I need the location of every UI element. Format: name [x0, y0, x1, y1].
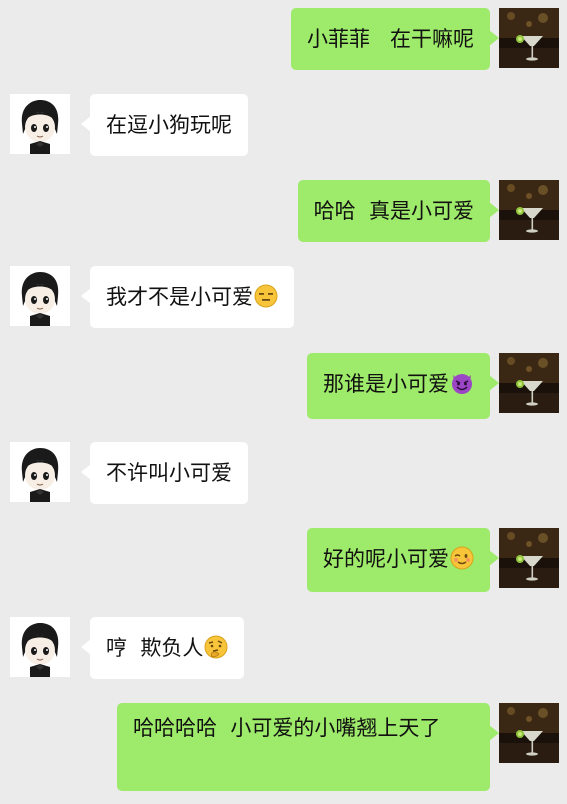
winking-face-icon	[450, 546, 474, 570]
cocktail-avatar-image	[499, 353, 559, 413]
chat-view[interactable]: 小菲菲 在干嘛呢 在逗小狗玩呢 哈哈 真是小可爱 我才不是小可爱 那谁是小可爱 …	[0, 0, 567, 804]
incoming-message-bubble[interactable]: 不许叫小可爱	[81, 442, 248, 504]
my-avatar[interactable]	[499, 528, 559, 588]
outgoing-message-bubble[interactable]: 那谁是小可爱	[307, 353, 499, 419]
my-avatar[interactable]	[499, 353, 559, 413]
my-avatar[interactable]	[499, 180, 559, 240]
incoming-message-bubble[interactable]: 在逗小狗玩呢	[81, 94, 248, 156]
contact-avatar[interactable]	[10, 94, 70, 154]
message-text: 在逗小狗玩呢	[106, 113, 232, 137]
outgoing-message-bubble[interactable]: 小菲菲 在干嘛呢	[290, 8, 500, 70]
message-text: 哈哈哈哈 小可爱的小嘴翘上天了	[133, 716, 441, 740]
cocktail-avatar-image	[499, 528, 559, 588]
thinking-face-icon	[204, 635, 228, 659]
message-text: 我才不是小可爱	[106, 285, 253, 309]
contact-avatar[interactable]	[10, 442, 70, 502]
message-text: 小菲菲 在干嘛呢	[306, 27, 474, 51]
outgoing-message-bubble[interactable]: 哈哈 真是小可爱	[297, 180, 500, 242]
message-text: 哈哈 真是小可爱	[313, 199, 474, 223]
cocktail-avatar-image	[499, 703, 559, 763]
message-text: 不许叫小可爱	[106, 461, 232, 485]
cocktail-avatar-image	[499, 180, 559, 240]
outgoing-message-bubble[interactable]: 哈哈哈哈 小可爱的小嘴翘上天了	[117, 703, 499, 791]
my-avatar[interactable]	[499, 703, 559, 763]
contact-avatar[interactable]	[10, 266, 70, 326]
message-text: 那谁是小可爱	[323, 372, 449, 396]
cartoon-girl-avatar-image	[10, 442, 70, 502]
my-avatar[interactable]	[499, 8, 559, 68]
cocktail-avatar-image	[499, 8, 559, 68]
cartoon-girl-avatar-image	[10, 266, 70, 326]
message-text: 好的呢小可爱	[323, 547, 449, 571]
devil-face-icon	[450, 371, 474, 395]
incoming-message-bubble[interactable]: 哼 欺负人	[80, 617, 245, 679]
cartoon-girl-avatar-image	[10, 617, 70, 677]
incoming-message-bubble[interactable]: 我才不是小可爱	[81, 266, 294, 328]
outgoing-message-bubble[interactable]: 好的呢小可爱	[307, 528, 499, 592]
cartoon-girl-avatar-image	[10, 94, 70, 154]
expressionless-face-icon	[254, 284, 278, 308]
contact-avatar[interactable]	[10, 617, 70, 677]
message-text: 哼 欺负人	[106, 636, 204, 660]
